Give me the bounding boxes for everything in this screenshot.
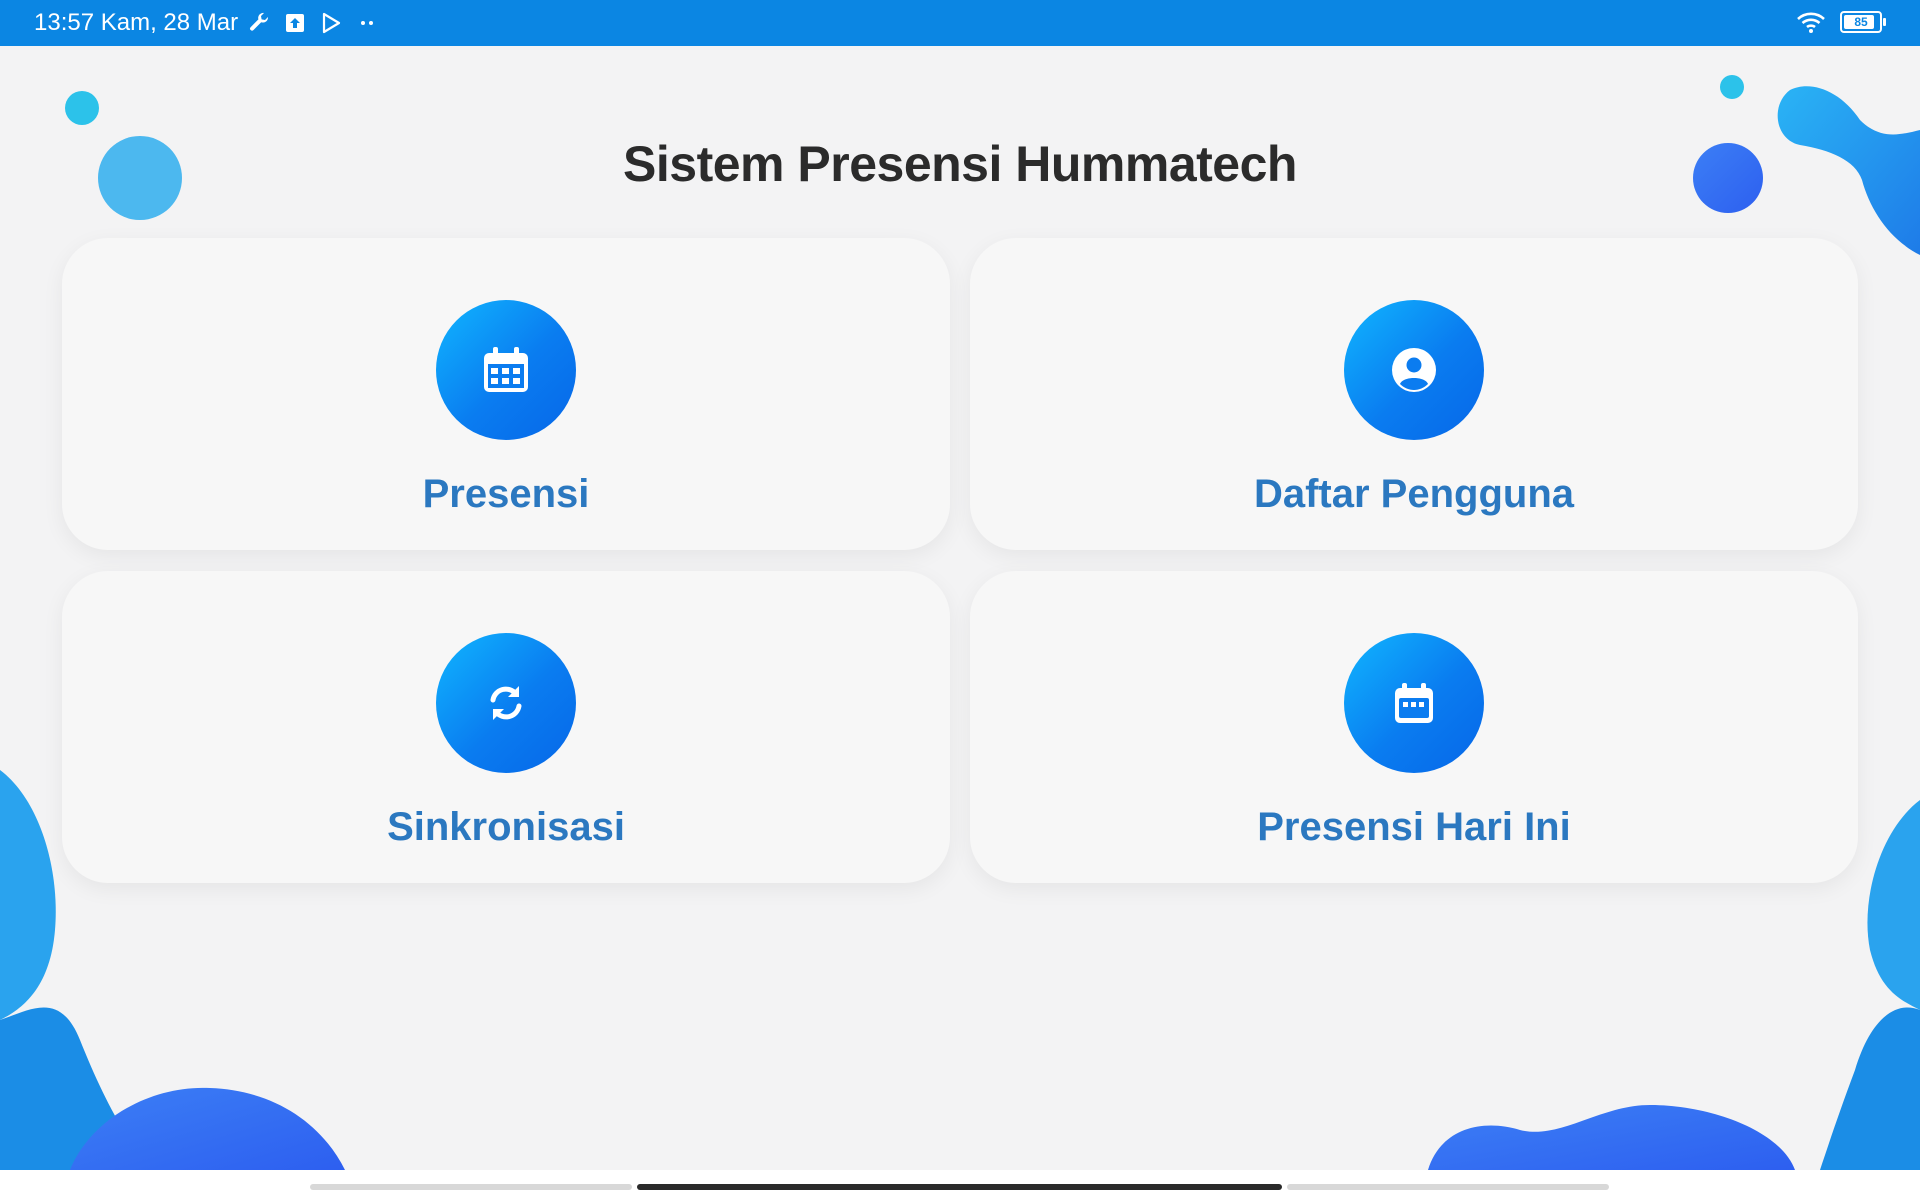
nav-segment-left [310, 1184, 632, 1190]
menu-card-presensi[interactable]: Presensi [62, 238, 950, 550]
page-title: Sistem Presensi Hummatech [623, 136, 1297, 192]
menu-card-presensi-hari-ini[interactable]: Presensi Hari Ini [970, 571, 1858, 883]
nav-segment-right [1287, 1184, 1609, 1190]
sync-icon [436, 633, 576, 773]
deco-wave [0, 770, 56, 1020]
deco-wave [1428, 1105, 1795, 1170]
menu-card-sinkronisasi[interactable]: Sinkronisasi [62, 571, 950, 883]
home-gesture-handle[interactable] [637, 1184, 1282, 1190]
menu-card-label: Sinkronisasi [387, 805, 625, 849]
deco-dot [1720, 75, 1744, 99]
user-circle-icon [1344, 300, 1484, 440]
navigation-bar [0, 1170, 1920, 1200]
deco-wave [1820, 1007, 1920, 1170]
deco-wave [70, 1087, 345, 1170]
calendar-grid-icon [436, 300, 576, 440]
deco-dot [65, 91, 99, 125]
menu-card-label: Presensi Hari Ini [1257, 805, 1571, 849]
calendar-today-icon [1344, 633, 1484, 773]
menu-card-daftar-pengguna[interactable]: Daftar Pengguna [970, 238, 1858, 550]
menu-card-label: Presensi [422, 472, 590, 516]
menu-card-label: Daftar Pengguna [1253, 472, 1575, 516]
deco-wave [1867, 800, 1920, 1010]
